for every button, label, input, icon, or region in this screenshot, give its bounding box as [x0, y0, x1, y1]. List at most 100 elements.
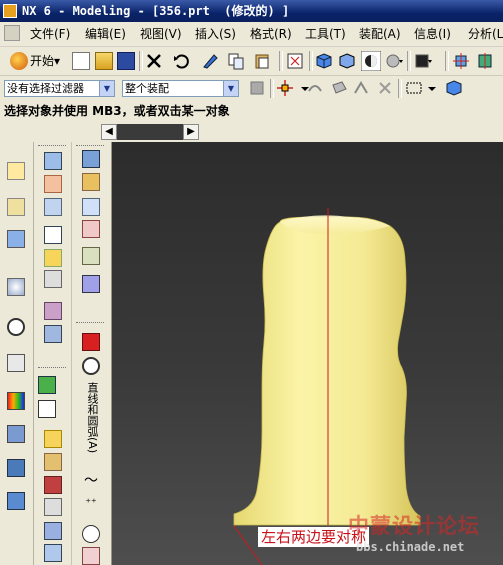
- shaded-cube-icon[interactable]: [315, 52, 333, 70]
- title-bar: NX 6 - Modeling - [356.prt (修改的) ]: [0, 0, 503, 22]
- point-set-icon[interactable]: [82, 333, 100, 351]
- start-button[interactable]: 开始▾: [30, 49, 60, 73]
- rectangle-icon[interactable]: [38, 400, 56, 418]
- toolbar-scroll-strip: ◀ ▶: [0, 122, 503, 142]
- selection-scope-dropdown[interactable]: 整个装配 ▼: [122, 80, 239, 97]
- menu-tools[interactable]: 工具(T): [305, 22, 346, 46]
- toolbar-separator: [270, 79, 274, 98]
- process-studio-icon[interactable]: [7, 425, 25, 443]
- rectangle-select-icon[interactable]: [405, 79, 423, 97]
- select-all-icon[interactable]: [445, 79, 463, 97]
- shaded-edges-cube-icon[interactable]: [338, 52, 356, 70]
- menu-grip-icon: [4, 25, 20, 41]
- window-title: NX 6 - Modeling - [356.prt (修改的) ]: [22, 4, 290, 18]
- part-navigator-icon[interactable]: [7, 230, 25, 248]
- chevron-down-icon: ▼: [99, 81, 114, 96]
- shell-icon[interactable]: [44, 302, 62, 320]
- system-materials-icon[interactable]: [7, 354, 25, 372]
- bounded-plane-icon[interactable]: [44, 476, 62, 494]
- draft-icon[interactable]: [44, 325, 62, 343]
- web-browser-icon[interactable]: [7, 492, 25, 510]
- datum-plane-icon[interactable]: [44, 226, 62, 244]
- render-style-icon[interactable]: [361, 51, 381, 71]
- model-canvas[interactable]: [112, 142, 503, 565]
- snap-point-icon[interactable]: [276, 79, 294, 97]
- offset-face-icon[interactable]: [44, 544, 62, 562]
- menu-analysis[interactable]: 分析(L): [468, 22, 503, 46]
- spline-icon[interactable]: 〜: [82, 472, 100, 490]
- cone-icon[interactable]: [82, 198, 100, 216]
- revolve-icon[interactable]: [44, 198, 62, 216]
- through-curves-icon[interactable]: [44, 430, 62, 448]
- resource-bar: [0, 142, 34, 565]
- sketch-icon[interactable]: [44, 152, 62, 170]
- curve-rule-icon[interactable]: [306, 79, 324, 97]
- undo-icon[interactable]: [172, 52, 190, 70]
- face-rule-icon[interactable]: [330, 79, 348, 97]
- type-filter-dropdown[interactable]: 没有选择过滤器 ▼: [4, 80, 115, 97]
- cylinder-icon[interactable]: [82, 173, 100, 191]
- background-color-icon[interactable]: [414, 52, 432, 70]
- body-rule-icon[interactable]: [376, 79, 394, 97]
- scroll-track[interactable]: [117, 124, 183, 140]
- sphere-icon[interactable]: [82, 220, 100, 238]
- general-selection-icon[interactable]: [248, 79, 266, 97]
- constraint-navigator-icon[interactable]: [7, 198, 25, 216]
- extrude-icon[interactable]: [44, 175, 62, 193]
- menu-edit[interactable]: 编辑(E): [85, 22, 126, 46]
- trim-body-icon[interactable]: [44, 522, 62, 540]
- feature-rule-icon[interactable]: [352, 79, 370, 97]
- sweep-icon[interactable]: [44, 453, 62, 471]
- select-mode-dropdown-icon[interactable]: [423, 79, 441, 97]
- view-dropdown-icon[interactable]: [385, 52, 403, 70]
- menu-insert[interactable]: 插入(S): [195, 22, 236, 46]
- delete-icon[interactable]: [145, 52, 163, 70]
- palette-icon[interactable]: [7, 392, 25, 410]
- edge-blend-icon[interactable]: [44, 249, 62, 267]
- point-icon[interactable]: [38, 376, 56, 394]
- menu-assembly[interactable]: 装配(A): [359, 22, 401, 46]
- menu-information[interactable]: 信息(I): [414, 22, 451, 46]
- palette-grip: [38, 145, 66, 148]
- toolbar-separator: [445, 51, 449, 71]
- scroll-right-button[interactable]: ▶: [183, 124, 199, 140]
- arc-icon[interactable]: [82, 525, 100, 543]
- curve-palette: 直线和圆弧(A) 〜 ⁺⁺: [72, 142, 112, 565]
- block-icon[interactable]: [82, 150, 100, 168]
- selection-scope-value: 整个装配: [125, 82, 169, 95]
- fit-view-icon[interactable]: [286, 52, 304, 70]
- subtract-icon[interactable]: [82, 275, 100, 293]
- chamfer-icon[interactable]: [44, 270, 62, 288]
- toolbar-separator: [309, 51, 313, 71]
- status-prompt: 选择对象并使用 MB3，或者双击某一对象: [4, 104, 230, 118]
- new-file-icon[interactable]: [72, 52, 90, 70]
- feature-palette: [34, 142, 72, 565]
- orient-view-icon[interactable]: [452, 52, 470, 70]
- palette-grip: [76, 322, 104, 325]
- fillet-curve-icon[interactable]: [82, 547, 100, 565]
- copy-icon[interactable]: [227, 52, 245, 70]
- palette-grip: [38, 367, 66, 370]
- menu-format[interactable]: 格式(R): [250, 22, 292, 46]
- assembly-navigator-icon[interactable]: [7, 162, 25, 180]
- roles-icon[interactable]: [7, 459, 25, 477]
- save-icon[interactable]: [117, 52, 135, 70]
- reuse-library-icon[interactable]: [7, 278, 25, 296]
- offset-curve-icon[interactable]: ⁺⁺: [82, 494, 100, 512]
- move-part-icon[interactable]: [476, 52, 494, 70]
- paste-icon[interactable]: [253, 52, 271, 70]
- lines-and-arcs-label: 直线和圆弧(A): [86, 382, 99, 454]
- unite-icon[interactable]: [82, 247, 100, 265]
- open-folder-icon[interactable]: [95, 52, 113, 70]
- edit-object-icon[interactable]: [201, 52, 219, 70]
- scroll-left-button[interactable]: ◀: [101, 124, 117, 140]
- sew-icon[interactable]: [44, 498, 62, 516]
- circle-icon[interactable]: [82, 357, 100, 375]
- model-body[interactable]: [233, 216, 421, 526]
- menu-file[interactable]: 文件(F): [30, 22, 70, 46]
- graphics-viewport[interactable]: [112, 142, 503, 565]
- menu-view[interactable]: 视图(V): [140, 22, 182, 46]
- standard-toolbar: 开始▾: [0, 47, 503, 76]
- history-clock-icon[interactable]: [7, 318, 25, 336]
- toolbar-separator: [139, 51, 143, 71]
